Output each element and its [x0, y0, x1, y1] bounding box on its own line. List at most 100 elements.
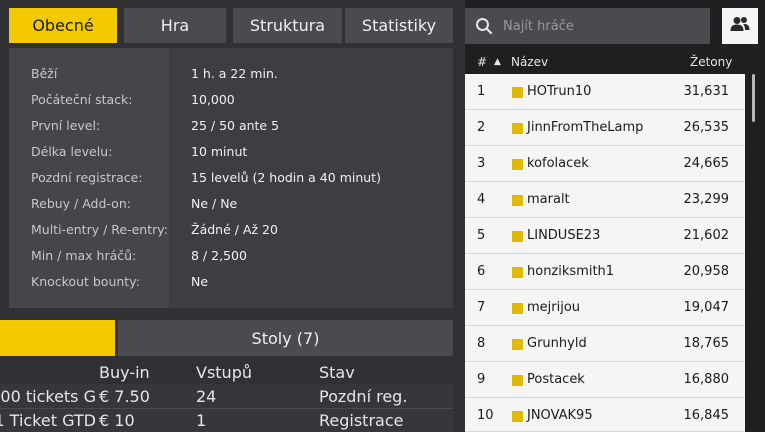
- column-header-chips[interactable]: Žetony: [690, 55, 732, 69]
- player-rank: 5: [477, 228, 486, 243]
- table-row[interactable]: € - 1 Ticket GTD € 10 1 Registrace: [0, 408, 453, 432]
- table-row[interactable]: 1 HOTrun10 31,631: [465, 74, 745, 110]
- column-header-name[interactable]: Název: [511, 55, 548, 69]
- player-chips: 21,602: [683, 228, 730, 243]
- info-row-rebuy-addon: Rebuy / Add-on: Ne / Ne: [9, 190, 453, 216]
- tab-statistiky[interactable]: Statistiky: [345, 8, 453, 43]
- sort-ascending-icon[interactable]: ▲: [494, 57, 501, 67]
- flag-icon: [512, 411, 523, 422]
- column-header-rank[interactable]: #: [477, 55, 487, 69]
- search-input[interactable]: [503, 8, 710, 44]
- info-label: První level:: [31, 117, 101, 133]
- player-name: Grunhyld: [527, 336, 587, 351]
- info-value: 15 levelů (2 hodin a 40 minut): [191, 169, 381, 185]
- player-chips: 24,665: [683, 156, 730, 171]
- player-chips: 31,631: [683, 84, 730, 99]
- info-label: Multi-entry / Re-entry:: [31, 221, 168, 237]
- player-rank: 8: [477, 336, 486, 351]
- table-row[interactable]: 5 LINDUSE23 21,602: [465, 218, 745, 254]
- info-value: 10,000: [191, 91, 235, 107]
- flag-icon: [512, 339, 523, 350]
- satellites-tab[interactable]: [0, 320, 115, 356]
- info-value: 8 / 2,500: [191, 247, 247, 263]
- player-name: HOTrun10: [527, 84, 592, 99]
- flag-icon: [512, 231, 523, 242]
- satellite-buyin: € 7.50: [99, 386, 150, 406]
- info-row-knockout-bounty: Knockout bounty: Ne: [9, 268, 453, 294]
- info-row-running: Běží 1 h. a 22 min.: [9, 60, 453, 86]
- leaderboard-scrollbar[interactable]: [752, 74, 755, 122]
- info-value: Ne: [191, 273, 209, 289]
- flag-icon: [512, 195, 523, 206]
- satellite-entries: 24: [196, 386, 217, 406]
- player-rank: 7: [477, 300, 486, 315]
- column-header-entries: Vstupů: [196, 362, 252, 382]
- flag-icon: [512, 87, 523, 98]
- player-rank: 3: [477, 156, 486, 171]
- info-value: 1 h. a 22 min.: [191, 65, 278, 81]
- info-row-level-length: Délka levelu: 10 minut: [9, 138, 453, 164]
- tab-hra[interactable]: Hra: [124, 8, 226, 43]
- flag-icon: [512, 267, 523, 278]
- player-chips: 20,958: [683, 264, 730, 279]
- info-row-late-registration: Pozdní registrace: 15 levelů (2 hodin a …: [9, 164, 453, 190]
- table-row[interactable]: 7 mejrijou 19,047: [465, 290, 745, 326]
- info-label: Knockout bounty:: [31, 273, 140, 289]
- players-button[interactable]: [722, 8, 758, 44]
- info-value: Žádné / Až 20: [191, 221, 278, 237]
- info-label: Běží: [31, 65, 58, 81]
- flag-icon: [512, 375, 523, 386]
- player-name: honziksmith1: [527, 264, 615, 279]
- player-rank: 1: [477, 84, 486, 99]
- player-name: JNOVAK95: [527, 408, 593, 423]
- info-row-min-max-players: Min / max hráčů: 8 / 2,500: [9, 242, 453, 268]
- table-row[interactable]: 6 honziksmith1 20,958: [465, 254, 745, 290]
- player-rank: 6: [477, 264, 486, 279]
- flag-icon: [512, 159, 523, 170]
- table-row[interactable]: 2 JinnFromTheLamp 26,535: [465, 110, 745, 146]
- info-row-starting-stack: Počáteční stack: 10,000: [9, 86, 453, 112]
- satellite-status: Pozdní reg.: [319, 386, 408, 406]
- player-rank: 2: [477, 120, 486, 135]
- leaderboard-header: # ▲ Název Žetony: [465, 50, 745, 74]
- player-search: [465, 8, 710, 44]
- info-value: 10 minut: [191, 143, 248, 159]
- player-name: LINDUSE23: [527, 228, 601, 243]
- satellite-entries: 1: [196, 411, 207, 430]
- info-label: Rebuy / Add-on:: [31, 195, 131, 211]
- player-name: mejrijou: [527, 300, 581, 315]
- satellite-status: Registrace: [319, 411, 404, 430]
- player-chips: 16,845: [683, 408, 730, 423]
- player-chips: 18,765: [683, 336, 730, 351]
- tab-struktura[interactable]: Struktura: [233, 8, 342, 43]
- info-row-first-level: První level: 25 / 50 ante 5: [9, 112, 453, 138]
- info-label: Počáteční stack:: [31, 91, 133, 107]
- tab-obecne[interactable]: Obecné: [9, 8, 117, 43]
- player-name: kofolacek: [527, 156, 589, 171]
- table-row[interactable]: 10 JNOVAK95 16,845: [465, 398, 745, 432]
- column-header-buyin: Buy-in: [99, 362, 150, 382]
- table-row[interactable]: 8 Grunhyld 18,765: [465, 326, 745, 362]
- users-icon: [730, 16, 750, 36]
- satellites-header-row: Buy-in Vstupů Stav: [0, 360, 453, 384]
- satellite-name: € - 1 Ticket GTD: [0, 411, 96, 430]
- satellite-name: €100 tickets G: [0, 386, 96, 406]
- tab-stoly[interactable]: Stoly (7): [118, 320, 453, 356]
- info-label: Min / max hráčů:: [31, 247, 137, 263]
- column-header-status: Stav: [319, 362, 355, 382]
- player-rank: 9: [477, 372, 486, 387]
- player-name: maralt: [527, 192, 570, 207]
- player-chips: 23,299: [683, 192, 730, 207]
- player-chips: 19,047: [683, 300, 730, 315]
- player-name: JinnFromTheLamp: [527, 120, 644, 135]
- player-chips: 26,535: [683, 120, 730, 135]
- table-row[interactable]: 3 kofolacek 24,665: [465, 146, 745, 182]
- table-row[interactable]: 9 Postacek 16,880: [465, 362, 745, 398]
- table-row[interactable]: €100 tickets G € 7.50 24 Pozdní reg.: [0, 384, 453, 408]
- info-value: 25 / 50 ante 5: [191, 117, 280, 133]
- flag-icon: [512, 303, 523, 314]
- table-row[interactable]: 4 maralt 23,299: [465, 182, 745, 218]
- player-rank: 10: [477, 408, 494, 423]
- info-value: Ne / Ne: [191, 195, 238, 211]
- search-icon[interactable]: [465, 8, 503, 44]
